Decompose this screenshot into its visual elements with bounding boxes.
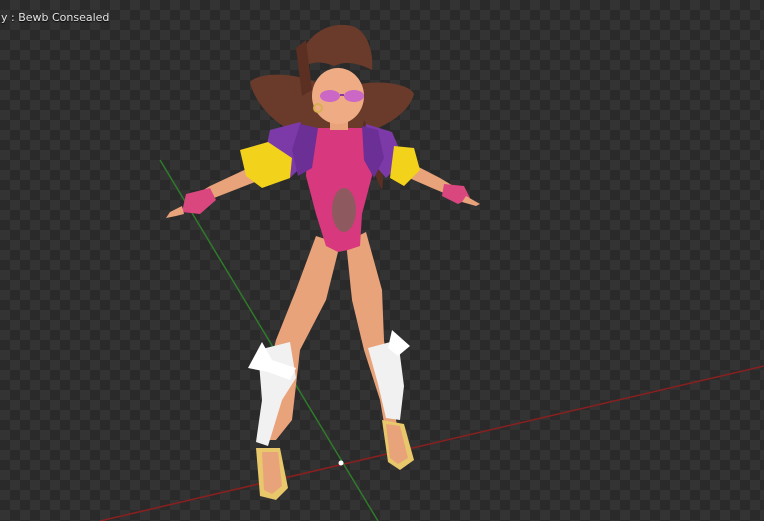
x-axis-line: [99, 365, 764, 521]
left-hand: [166, 206, 184, 218]
viewport-info-text: dy : Bewb Consealed: [0, 11, 110, 24]
left-glove: [182, 188, 216, 214]
3d-viewport[interactable]: dy : Bewb Consealed: [0, 0, 764, 521]
torso: [306, 128, 372, 252]
torso-shading: [332, 188, 356, 232]
hair-top: [300, 24, 373, 70]
origin-marker: [338, 460, 344, 466]
viewport-scene[interactable]: [0, 0, 764, 521]
